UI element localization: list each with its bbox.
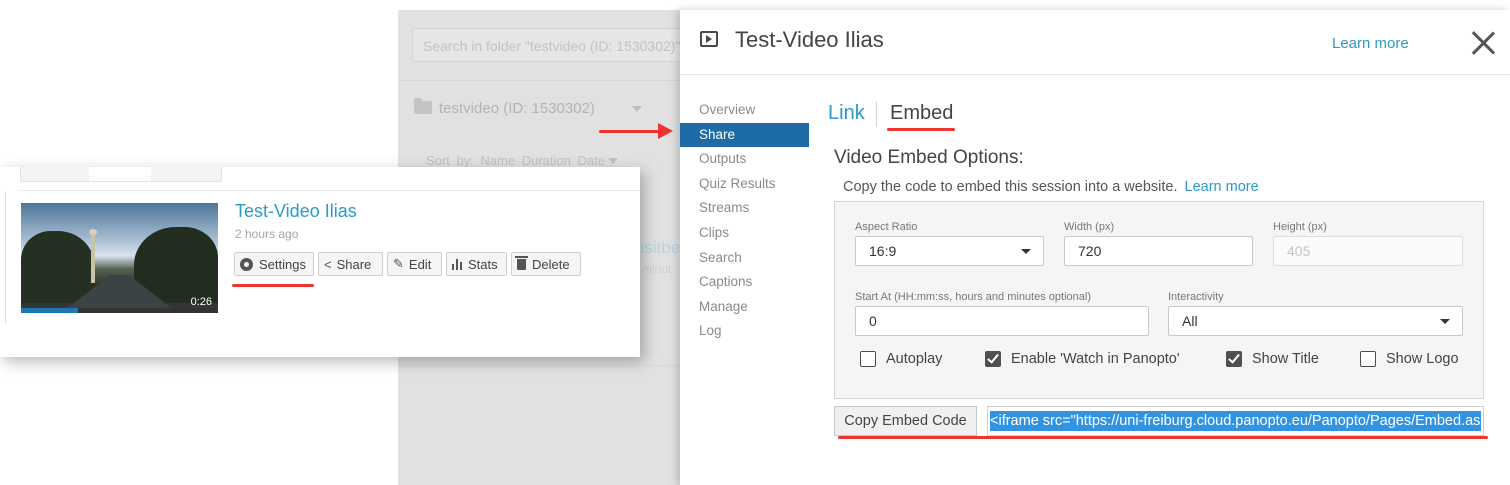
start-at-label: Start At (HH:mm:ss, hours and minutes op… (855, 291, 1091, 303)
watch-in-panopto-label: Enable 'Watch in Panopto' (1011, 351, 1180, 367)
share-icon: < (324, 256, 332, 272)
sort-bar: Sort by: Name Duration Date (426, 153, 618, 168)
nav-item-share[interactable]: Share (680, 122, 809, 148)
stats-button[interactable]: Stats (446, 252, 507, 276)
gear-icon (240, 257, 253, 271)
embed-description: Copy the code to embed this session into… (843, 179, 1259, 195)
nav-item-log[interactable]: Log (680, 319, 809, 344)
show-logo-label: Show Logo (1386, 351, 1459, 367)
embed-learn-more-link[interactable]: Learn more (1185, 179, 1259, 195)
trash-icon (515, 255, 528, 270)
bar-chart-icon (452, 258, 462, 270)
autoplay-checkbox[interactable]: Autoplay (860, 349, 942, 369)
tab-link[interactable]: Link (828, 102, 865, 125)
card-top-strip (20, 167, 222, 182)
folder-selector: testvideo (ID: 1530302) (414, 98, 674, 117)
learn-more-link[interactable]: Learn more (1332, 35, 1409, 52)
folder-icon (414, 98, 432, 114)
watch-in-panopto-checkbox[interactable]: Enable 'Watch in Panopto' (985, 349, 1180, 369)
delete-label: Delete (532, 256, 570, 272)
sort-caret-icon (607, 158, 618, 164)
sort-option-date: Date (577, 153, 605, 168)
nav-item-overview[interactable]: Overview (680, 98, 809, 123)
session-card: 0:26 Test-Video Ilias 2 hours ago Settin… (0, 167, 640, 357)
nav-item-manage[interactable]: Manage (680, 295, 809, 320)
checkbox-show-title-box (1226, 351, 1242, 367)
autoplay-label: Autoplay (886, 351, 943, 367)
sort-option-name: Name (480, 153, 516, 168)
interactivity-select[interactable]: All (1168, 306, 1463, 336)
video-play-icon (700, 31, 718, 47)
nav-item-captions[interactable]: Captions (680, 270, 809, 295)
card-left-border (5, 191, 6, 324)
embed-code-field[interactable]: <iframe src="https://uni-freiburg.cloud.… (987, 406, 1484, 436)
aspect-ratio-label: Aspect Ratio (855, 221, 918, 233)
embed-code-text: <iframe src="https://uni-freiburg.cloud.… (990, 411, 1481, 431)
embed-options-heading: Video Embed Options: (834, 147, 1024, 168)
checkbox-autoplay-box (860, 351, 876, 367)
share-dialog: Test-Video Ilias Learn more Overview Sha… (680, 10, 1510, 485)
share-label: Share (336, 256, 372, 272)
width-input[interactable]: 720 (1064, 236, 1253, 266)
dialog-header: Test-Video Ilias Learn more (680, 10, 1510, 75)
embed-description-text: Copy the code to embed this session into… (843, 179, 1178, 195)
start-at-value: 0 (869, 313, 877, 329)
nav-item-clips[interactable]: Clips (680, 221, 809, 246)
show-logo-checkbox[interactable]: Show Logo (1360, 349, 1459, 369)
session-age: 2 hours ago (235, 227, 299, 241)
folder-divider (398, 80, 680, 81)
card-divider (20, 190, 640, 191)
show-title-checkbox[interactable]: Show Title (1226, 349, 1319, 369)
annotation-underline-embed (887, 128, 955, 131)
settings-button[interactable]: Settings (234, 252, 314, 276)
annotation-underline-embed-code (838, 436, 1488, 439)
pencil-icon: ✎ (393, 256, 404, 271)
delete-button[interactable]: Delete (511, 252, 581, 276)
height-input: 405 (1273, 236, 1463, 266)
row-divider (398, 365, 680, 366)
width-label: Width (px) (1064, 221, 1115, 233)
width-value: 720 (1078, 243, 1102, 259)
nav-item-quiz-results[interactable]: Quiz Results (680, 172, 809, 197)
show-title-label: Show Title (1252, 351, 1319, 367)
checkbox-watch-in-panopto-box (985, 351, 1001, 367)
tab-embed[interactable]: Embed (890, 102, 953, 125)
checkbox-show-logo-box (1360, 351, 1376, 367)
height-value: 405 (1287, 243, 1311, 259)
watch-progress-bar (21, 308, 218, 313)
chevron-down-icon (1440, 319, 1450, 324)
dialog-nav: Overview Share Outputs Quiz Results Stre… (680, 98, 809, 344)
share-button[interactable]: < Share (318, 252, 383, 276)
embed-options-panel: Aspect Ratio 16:9 Width (px) 720 Height … (834, 201, 1484, 399)
stats-label: Stats (468, 256, 498, 272)
annotation-underline-settings (232, 284, 314, 287)
aspect-ratio-value: 16:9 (869, 243, 897, 259)
partial-session-meta: minut (642, 262, 672, 276)
watch-progress-fill (21, 308, 79, 313)
chevron-down-icon (632, 106, 642, 112)
chevron-down-icon (1021, 249, 1031, 254)
start-at-input[interactable]: 0 (855, 306, 1149, 336)
annotation-arrow-share (599, 123, 673, 139)
settings-label: Settings (259, 256, 306, 272)
height-label: Height (px) (1273, 221, 1327, 233)
sort-option-duration: Duration (521, 153, 571, 168)
video-duration: 0:26 (190, 296, 212, 308)
edit-label: Edit (408, 256, 432, 272)
tab-separator (876, 102, 877, 127)
nav-item-streams[interactable]: Streams (680, 196, 809, 221)
interactivity-value: All (1182, 313, 1198, 329)
sort-label: Sort by: (426, 153, 474, 168)
dialog-title: Test-Video Ilias (735, 27, 884, 52)
folder-name: testvideo (ID: 1530302) (439, 100, 595, 117)
interactivity-label: Interactivity (1168, 291, 1224, 303)
session-title-link[interactable]: Test-Video Ilias (235, 201, 357, 222)
close-icon[interactable] (1470, 30, 1496, 56)
video-thumbnail[interactable]: 0:26 (21, 203, 218, 313)
aspect-ratio-select[interactable]: 16:9 (855, 236, 1044, 266)
nav-item-search[interactable]: Search (680, 246, 809, 271)
edit-button[interactable]: ✎ Edit (387, 252, 442, 276)
nav-item-outputs[interactable]: Outputs (680, 147, 809, 172)
copy-embed-code-button[interactable]: Copy Embed Code (834, 406, 977, 436)
